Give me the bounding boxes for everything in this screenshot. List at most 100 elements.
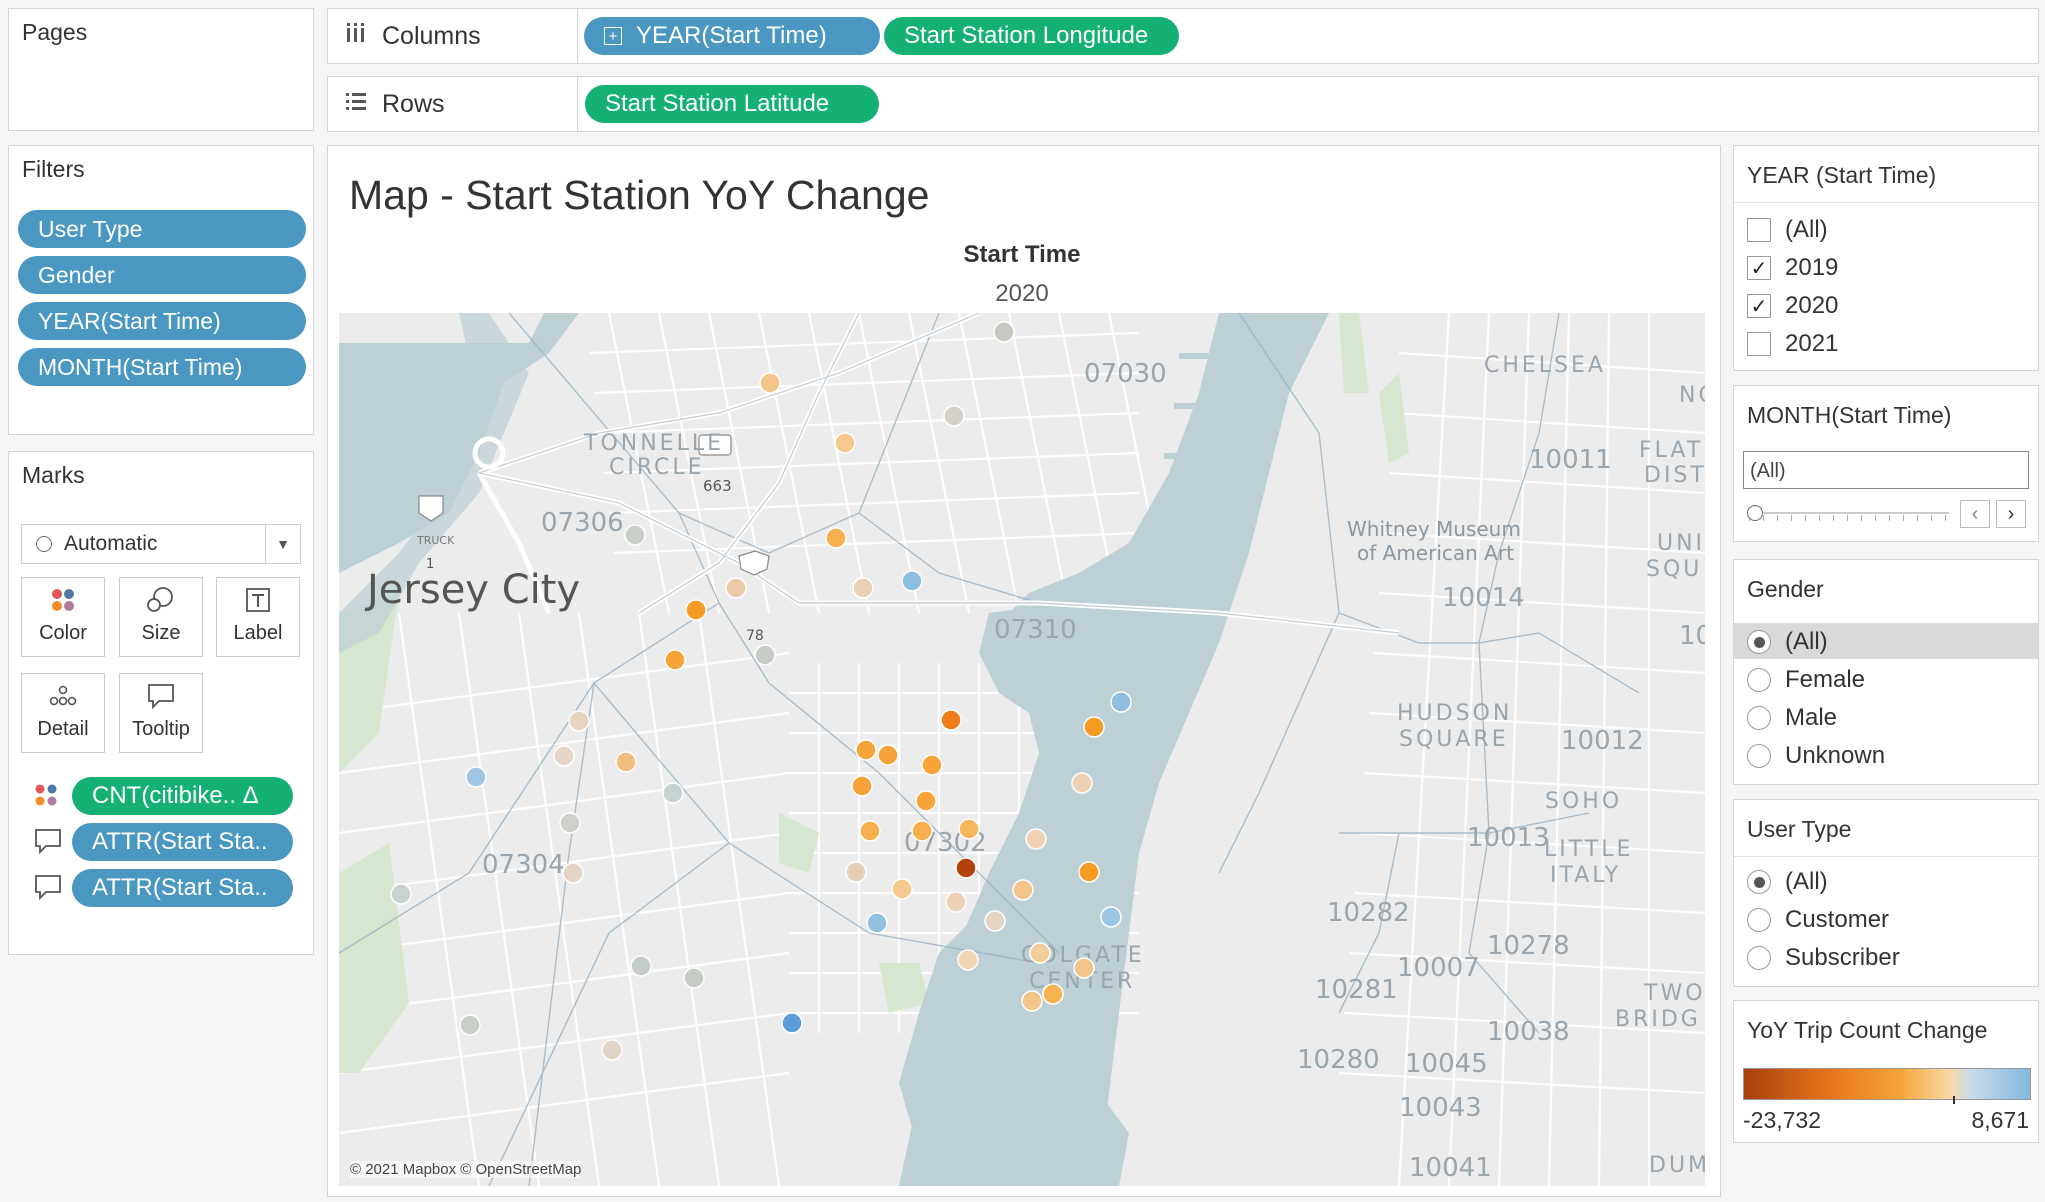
pages-title: Pages <box>22 19 88 45</box>
rows-label: Rows <box>382 89 445 118</box>
filters-shelf[interactable]: Filters User Type Gender YEAR(Start Time… <box>8 145 314 435</box>
station-mark <box>1029 942 1051 964</box>
map[interactable]: Jersey City TONNELLE CIRCLE 07030 07306 … <box>339 313 1705 1186</box>
columns-icon <box>342 22 370 50</box>
gender-option-female-label: Female <box>1785 666 1866 693</box>
divider <box>1734 856 2038 858</box>
station-mark <box>624 524 646 546</box>
legend-gradient[interactable] <box>1743 1068 2031 1100</box>
user-type-option-all[interactable]: (All) <box>1747 868 1828 896</box>
columns-pill-longitude[interactable]: Start Station Longitude <box>884 17 1179 55</box>
label-button[interactable]: Label <box>216 577 300 657</box>
automatic-mark-icon <box>36 536 52 552</box>
year-option-all[interactable]: (All) <box>1747 216 1828 244</box>
expand-icon: + <box>604 27 622 45</box>
checkbox-2021[interactable] <box>1747 332 1771 356</box>
month-prev-button[interactable]: ‹ <box>1960 500 1990 528</box>
station-mark <box>955 857 977 879</box>
station-mark <box>601 1039 623 1061</box>
tooltip-button[interactable]: Tooltip <box>119 673 203 753</box>
year-option-2020[interactable]: ✓ 2020 <box>1747 292 1838 320</box>
columns-shelf[interactable]: Columns + YEAR(Start Time) Start Station… <box>327 8 2039 64</box>
filter-pill-month[interactable]: MONTH(Start Time) <box>18 348 306 386</box>
radio-subscriber[interactable] <box>1747 946 1771 970</box>
station-mark <box>921 754 943 776</box>
station-mark <box>957 949 979 971</box>
rows-shelf[interactable]: Rows Start Station Latitude <box>327 76 2039 132</box>
station-mark <box>1073 957 1095 979</box>
size-icon <box>120 578 202 622</box>
user-type-option-customer-label: Customer <box>1785 906 1890 933</box>
station-mark <box>845 861 867 883</box>
gender-option-male[interactable]: Male <box>1747 704 1837 732</box>
station-mark <box>1083 716 1105 738</box>
station-mark <box>866 912 888 934</box>
radio-female[interactable] <box>1747 668 1771 692</box>
station-mark <box>553 745 575 767</box>
legend-max: 8,671 <box>1971 1107 2029 1133</box>
gender-filter-card: Gender (All) Female Male Unknown <box>1733 559 2039 785</box>
year-option-2021[interactable]: 2021 <box>1747 330 1838 358</box>
station-mark <box>877 744 899 766</box>
label-label: Label <box>233 622 283 644</box>
radio-user-all[interactable] <box>1747 870 1771 894</box>
color-field-pill[interactable]: CNT(citibike.. Δ <box>72 777 293 815</box>
filter-pill-year[interactable]: YEAR(Start Time) <box>18 302 306 340</box>
radio-unknown[interactable] <box>1747 744 1771 768</box>
view-panel: Map - Start Station YoY Change Start Tim… <box>327 145 1721 1197</box>
map-attribution[interactable]: © 2021 Mapbox © OpenStreetMap <box>350 1161 582 1178</box>
station-mark <box>915 790 937 812</box>
station-mark <box>754 644 776 666</box>
station-mark <box>851 775 873 797</box>
radio-male[interactable] <box>1747 706 1771 730</box>
gender-option-female[interactable]: Female <box>1747 666 1865 694</box>
gender-option-all[interactable]: (All) <box>1747 628 1828 656</box>
user-type-filter-card: User Type (All) Customer Subscriber <box>1733 799 2039 987</box>
legend-min: -23,732 <box>1743 1107 1822 1133</box>
station-mark <box>459 1014 481 1036</box>
month-slider[interactable] <box>1747 503 1949 523</box>
filters-title: Filters <box>22 156 85 182</box>
size-label: Size <box>141 622 181 644</box>
radio-customer[interactable] <box>1747 908 1771 932</box>
view-title: Map - Start Station YoY Change <box>349 172 930 218</box>
station-mark <box>1025 828 1047 850</box>
rows-icon <box>342 91 370 117</box>
columns-label-cell: Columns <box>328 9 578 63</box>
year-option-all-label: (All) <box>1785 216 1828 243</box>
checkbox-all[interactable] <box>1747 218 1771 242</box>
tooltip-field-icon-2 <box>33 873 63 906</box>
color-field-icon <box>33 782 59 813</box>
checkbox-2019[interactable]: ✓ <box>1747 256 1771 280</box>
month-next-button[interactable]: › <box>1996 500 2026 528</box>
year-option-2019[interactable]: ✓ 2019 <box>1747 254 1838 282</box>
radio-all[interactable] <box>1747 630 1771 654</box>
station-mark <box>911 820 933 842</box>
mark-type-value: Automatic <box>64 532 158 555</box>
rows-label-cell: Rows <box>328 77 578 131</box>
rows-pill-latitude[interactable]: Start Station Latitude <box>585 85 879 123</box>
tooltip-field-pill-1[interactable]: ATTR(Start Sta.. <box>72 823 293 861</box>
mark-type-dropdown[interactable]: Automatic ▼ <box>21 524 301 564</box>
year-filter-title: YEAR (Start Time) <box>1747 162 1937 188</box>
user-type-option-customer[interactable]: Customer <box>1747 906 1889 934</box>
columns-pill-year[interactable]: + YEAR(Start Time) <box>584 17 880 55</box>
station-mark <box>855 739 877 761</box>
station-mark <box>390 883 412 905</box>
month-filter-input[interactable]: (All) <box>1743 451 2029 489</box>
gender-option-male-label: Male <box>1785 704 1838 731</box>
year-filter-card: YEAR (Start Time) (All) ✓ 2019 ✓ 2020 20… <box>1733 145 2039 371</box>
filter-pill-user-type[interactable]: User Type <box>18 210 306 248</box>
filter-pill-gender[interactable]: Gender <box>18 256 306 294</box>
pages-shelf[interactable]: Pages <box>8 8 314 131</box>
user-type-option-subscriber[interactable]: Subscriber <box>1747 944 1900 972</box>
columns-pill-year-label: YEAR(Start Time) <box>636 22 827 49</box>
tooltip-field-pill-2[interactable]: ATTR(Start Sta.. <box>72 869 293 907</box>
color-label: Color <box>39 622 87 644</box>
gender-option-unknown[interactable]: Unknown <box>1747 742 1885 770</box>
slider-handle[interactable] <box>1747 505 1763 521</box>
color-button[interactable]: Color <box>21 577 105 657</box>
size-button[interactable]: Size <box>119 577 203 657</box>
detail-button[interactable]: Detail <box>21 673 105 753</box>
checkbox-2020[interactable]: ✓ <box>1747 294 1771 318</box>
